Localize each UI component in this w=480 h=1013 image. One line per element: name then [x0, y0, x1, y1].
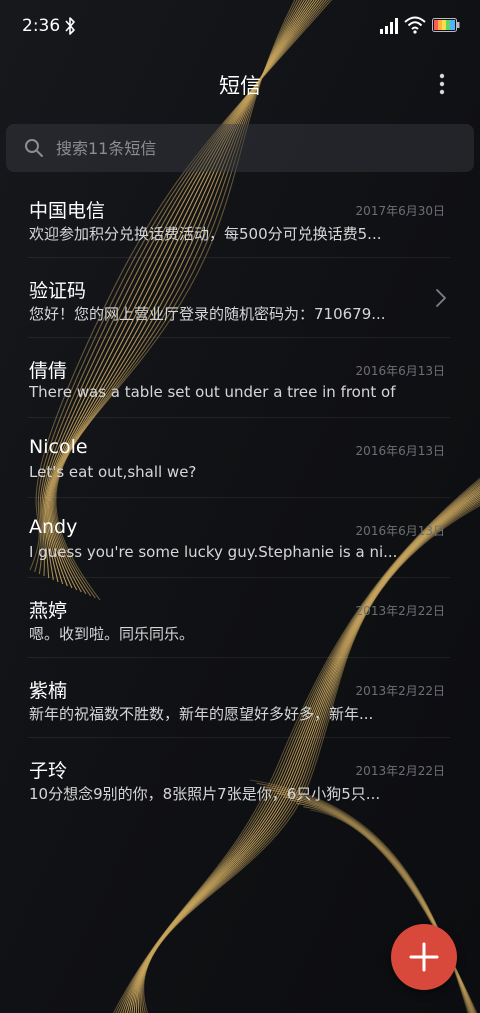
search-icon — [25, 139, 43, 157]
message-preview: 10分想念9别的你，8张照片7张是你，6只小狗5只... — [29, 785, 381, 803]
compose-message-button[interactable] — [391, 924, 457, 990]
message-date: 2013年2月22日 — [355, 684, 445, 698]
more-options-button[interactable] — [426, 68, 458, 100]
message-sender: Andy — [29, 516, 78, 538]
message-preview: 新年的祝福数不胜数，新年的愿望好多好多，新年... — [29, 705, 374, 723]
message-sender: 验证码 — [29, 280, 87, 302]
plus-icon — [409, 942, 439, 972]
message-item-andy[interactable]: Andy 2016年6月13日 I guess you're some luck… — [0, 498, 480, 578]
message-preview: 欢迎参加积分兑换话费活动，每500分可兑换话费5... — [29, 225, 382, 243]
message-preview: Let's eat out,shall we? — [29, 463, 197, 481]
status-time: 2:36 — [22, 16, 61, 36]
message-item-zinan[interactable]: 紫楠 2013年2月22日 新年的祝福数不胜数，新年的愿望好多好多，新年... — [0, 658, 480, 738]
message-date: 2016年6月13日 — [355, 444, 445, 458]
message-item-nicole[interactable]: Nicole 2016年6月13日 Let's eat out,shall we… — [0, 418, 480, 498]
message-item-yanzhengma[interactable]: 验证码 您好！您的网上营业厅登录的随机密码为：710679... — [0, 258, 480, 338]
message-preview: There was a table set out under a tree i… — [29, 383, 401, 401]
message-date: 2013年2月22日 — [355, 764, 445, 778]
message-list: 中国电信 2017年6月30日 欢迎参加积分兑换话费活动，每500分可兑换话费5… — [0, 178, 480, 818]
message-sender: 子玲 — [29, 760, 68, 782]
message-date: 2017年6月30日 — [355, 204, 445, 218]
bluetooth-icon — [65, 17, 75, 35]
wifi-icon — [404, 16, 426, 34]
message-date: 2013年2月22日 — [355, 604, 445, 618]
battery-icon — [432, 18, 460, 32]
status-bar: 2:36 — [0, 0, 480, 52]
search-bar[interactable] — [6, 124, 474, 172]
message-item-zhongguodianxin[interactable]: 中国电信 2017年6月30日 欢迎参加积分兑换话费活动，每500分可兑换话费5… — [0, 178, 480, 258]
chevron-right-icon — [436, 289, 446, 307]
message-preview: I guess you're some lucky guy.Stephanie … — [29, 543, 398, 561]
message-sender: 燕婷 — [29, 600, 68, 622]
message-item-qianqian[interactable]: 倩倩 2016年6月13日 There was a table set out … — [0, 338, 480, 418]
message-sender: Nicole — [29, 436, 88, 458]
more-vertical-icon — [439, 73, 445, 95]
message-sender: 紫楠 — [29, 680, 68, 702]
message-date: 2016年6月13日 — [355, 524, 445, 538]
message-item-yanting[interactable]: 燕婷 2013年2月22日 嗯。收到啦。同乐同乐。 — [0, 578, 480, 658]
message-item-ziling[interactable]: 子玲 2013年2月22日 10分想念9别的你，8张照片7张是你，6只小狗5只.… — [0, 738, 480, 818]
page-title: 短信 — [219, 74, 261, 98]
message-preview: 您好！您的网上营业厅登录的随机密码为：710679... — [29, 305, 386, 323]
signal-icon — [380, 18, 398, 34]
message-sender: 倩倩 — [29, 360, 68, 382]
message-sender: 中国电信 — [29, 200, 106, 222]
message-date: 2016年6月13日 — [355, 364, 445, 378]
message-preview: 嗯。收到啦。同乐同乐。 — [29, 625, 195, 643]
app-header: 短信 — [0, 60, 480, 108]
search-input[interactable] — [56, 124, 456, 172]
